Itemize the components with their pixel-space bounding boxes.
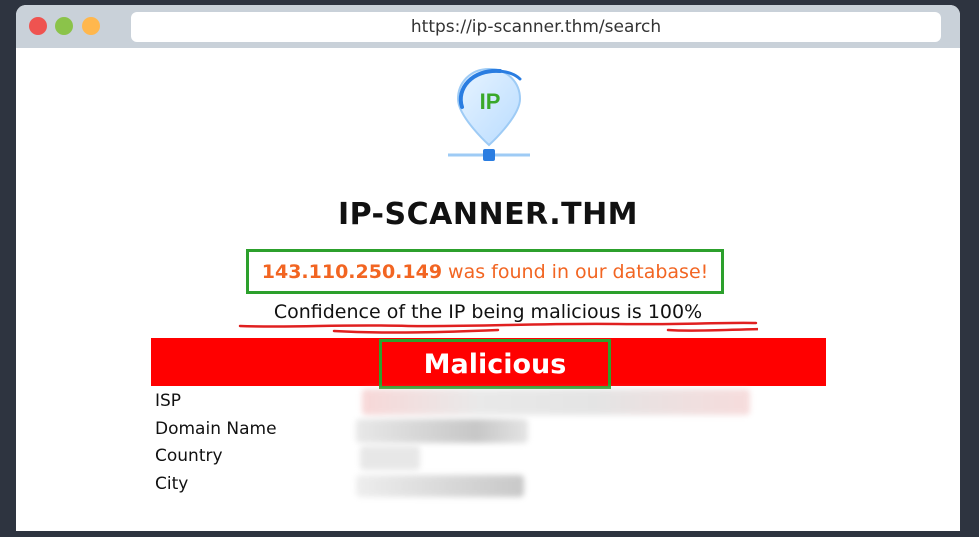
maximize-window-button[interactable] bbox=[82, 17, 100, 35]
address-bar[interactable]: https://ip-scanner.thm/search bbox=[131, 12, 941, 42]
redacted-country-value bbox=[360, 446, 420, 470]
ip-location-logo-icon: IP bbox=[448, 67, 530, 161]
detail-label-country: Country bbox=[155, 446, 223, 466]
browser-titlebar: https://ip-scanner.thm/search bbox=[16, 5, 960, 48]
redacted-city-value bbox=[356, 475, 524, 497]
site-title: IP-SCANNER.THM bbox=[337, 197, 639, 232]
redacted-isp-value bbox=[362, 389, 750, 415]
address-bar-url: https://ip-scanner.thm/search bbox=[410, 17, 662, 37]
browser-window: https://ip-scanner.thm/search IP IP-SCAN… bbox=[16, 5, 960, 531]
ip-found-message: 143.110.250.149 was found in our databas… bbox=[246, 249, 724, 294]
redacted-domain-value bbox=[356, 419, 528, 443]
detail-label-city: City bbox=[155, 474, 189, 494]
verdict-text: Malicious bbox=[423, 348, 567, 380]
verdict-label: Malicious bbox=[379, 339, 611, 389]
found-text: was found in our database! bbox=[448, 260, 709, 283]
detail-label-isp: ISP bbox=[155, 391, 182, 411]
logo-text: IP bbox=[480, 89, 501, 114]
ip-address: 143.110.250.149 bbox=[261, 260, 443, 283]
minimize-window-button[interactable] bbox=[55, 17, 73, 35]
detail-label-domain-name: Domain Name bbox=[155, 419, 277, 439]
close-window-button[interactable] bbox=[29, 17, 47, 35]
